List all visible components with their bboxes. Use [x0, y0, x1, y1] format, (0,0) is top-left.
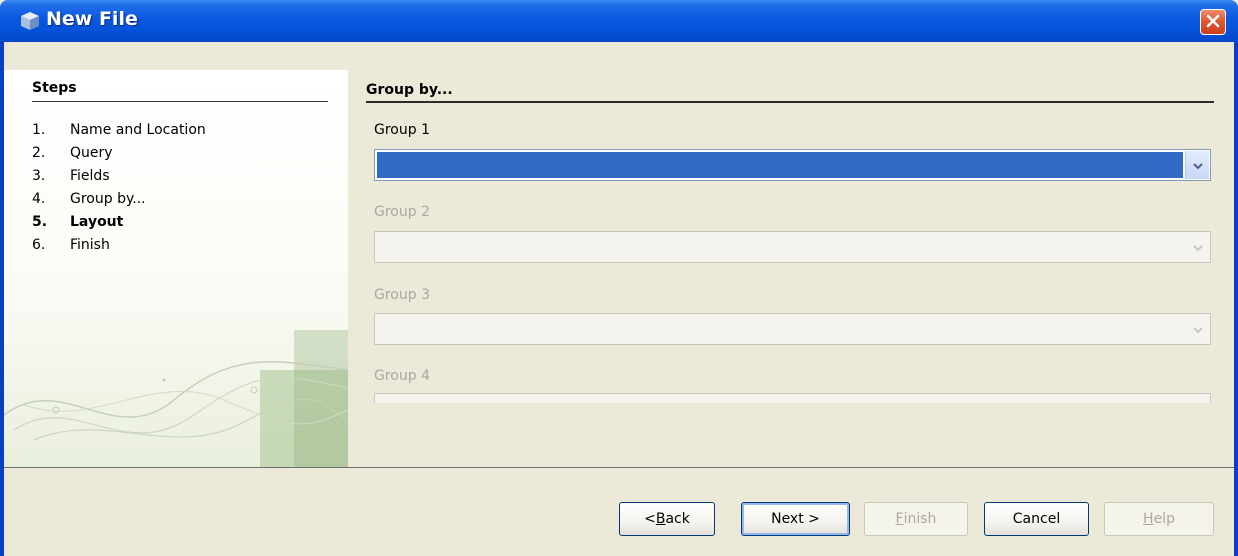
- button-bar-divider: [4, 467, 1234, 468]
- chevron-down-icon: [1192, 320, 1204, 339]
- step-label: Group by...: [70, 191, 146, 207]
- window-title: New File: [46, 8, 138, 30]
- back-button[interactable]: < Back: [619, 502, 715, 536]
- back-button-suffix: ack: [665, 511, 690, 527]
- cancel-button-label: Cancel: [1012, 511, 1061, 527]
- step-item: 6. Finish: [32, 237, 110, 253]
- step-number: 5.: [32, 214, 48, 230]
- back-button-prefix: <: [644, 511, 656, 527]
- finish-button[interactable]: Finish: [864, 502, 968, 536]
- dropdown-button[interactable]: [1185, 151, 1209, 179]
- help-button[interactable]: Help: [1104, 502, 1214, 536]
- close-button[interactable]: [1200, 9, 1226, 35]
- panel-divider: [366, 101, 1214, 103]
- group-1-label: Group 1: [374, 122, 430, 138]
- cancel-button[interactable]: Cancel: [984, 502, 1089, 536]
- steps-divider: [32, 101, 328, 102]
- finish-button-mnemonic: F: [895, 511, 904, 527]
- group-3-select[interactable]: [374, 313, 1211, 345]
- step-item: 4. Group by...: [32, 191, 146, 207]
- step-item: 3. Fields: [32, 168, 110, 184]
- step-number: 2.: [32, 145, 46, 161]
- content-panel: [348, 70, 1234, 468]
- close-icon: [1206, 13, 1220, 32]
- step-number: 3.: [32, 168, 46, 184]
- panel-heading: Group by...: [366, 82, 453, 98]
- step-label: Name and Location: [70, 122, 206, 138]
- step-label: Layout: [70, 214, 124, 230]
- step-item: 2. Query: [32, 145, 113, 161]
- help-button-suffix: elp: [1153, 511, 1175, 527]
- help-button-mnemonic: H: [1143, 511, 1154, 527]
- group-2-label: Group 2: [374, 204, 430, 220]
- step-item: 5. Layout: [32, 214, 123, 230]
- step-number: 1.: [32, 122, 46, 138]
- group-1-select[interactable]: [374, 149, 1211, 181]
- group-4-label: Group 4: [374, 368, 430, 384]
- group-3-label: Group 3: [374, 287, 430, 303]
- next-button-label: Next >: [771, 511, 820, 527]
- next-button[interactable]: Next >: [741, 502, 850, 536]
- title-bar[interactable]: New File: [0, 0, 1238, 42]
- netbeans-cube-icon: [20, 11, 40, 31]
- step-number: 4.: [32, 191, 46, 207]
- group-4-select[interactable]: [374, 393, 1211, 403]
- dialog-window: New File Steps 1. Name and Location 2. Quer…: [0, 0, 1238, 556]
- step-number: 6.: [32, 237, 46, 253]
- step-label: Query: [70, 145, 113, 161]
- step-item: 1. Name and Location: [32, 122, 206, 138]
- steps-heading: Steps: [32, 80, 77, 96]
- dropdown-button[interactable]: [1185, 315, 1209, 343]
- selected-value: [377, 152, 1183, 178]
- step-label: Finish: [70, 237, 110, 253]
- back-button-mnemonic: B: [655, 511, 666, 527]
- chevron-down-icon: [1192, 156, 1204, 175]
- dropdown-button[interactable]: [1185, 233, 1209, 261]
- chevron-down-icon: [1192, 238, 1204, 257]
- group-2-select[interactable]: [374, 231, 1211, 263]
- finish-button-suffix: inish: [903, 511, 937, 527]
- steps-panel: Steps 1. Name and Location 2. Query 3. Fields…: [4, 70, 348, 468]
- step-label: Fields: [70, 168, 110, 184]
